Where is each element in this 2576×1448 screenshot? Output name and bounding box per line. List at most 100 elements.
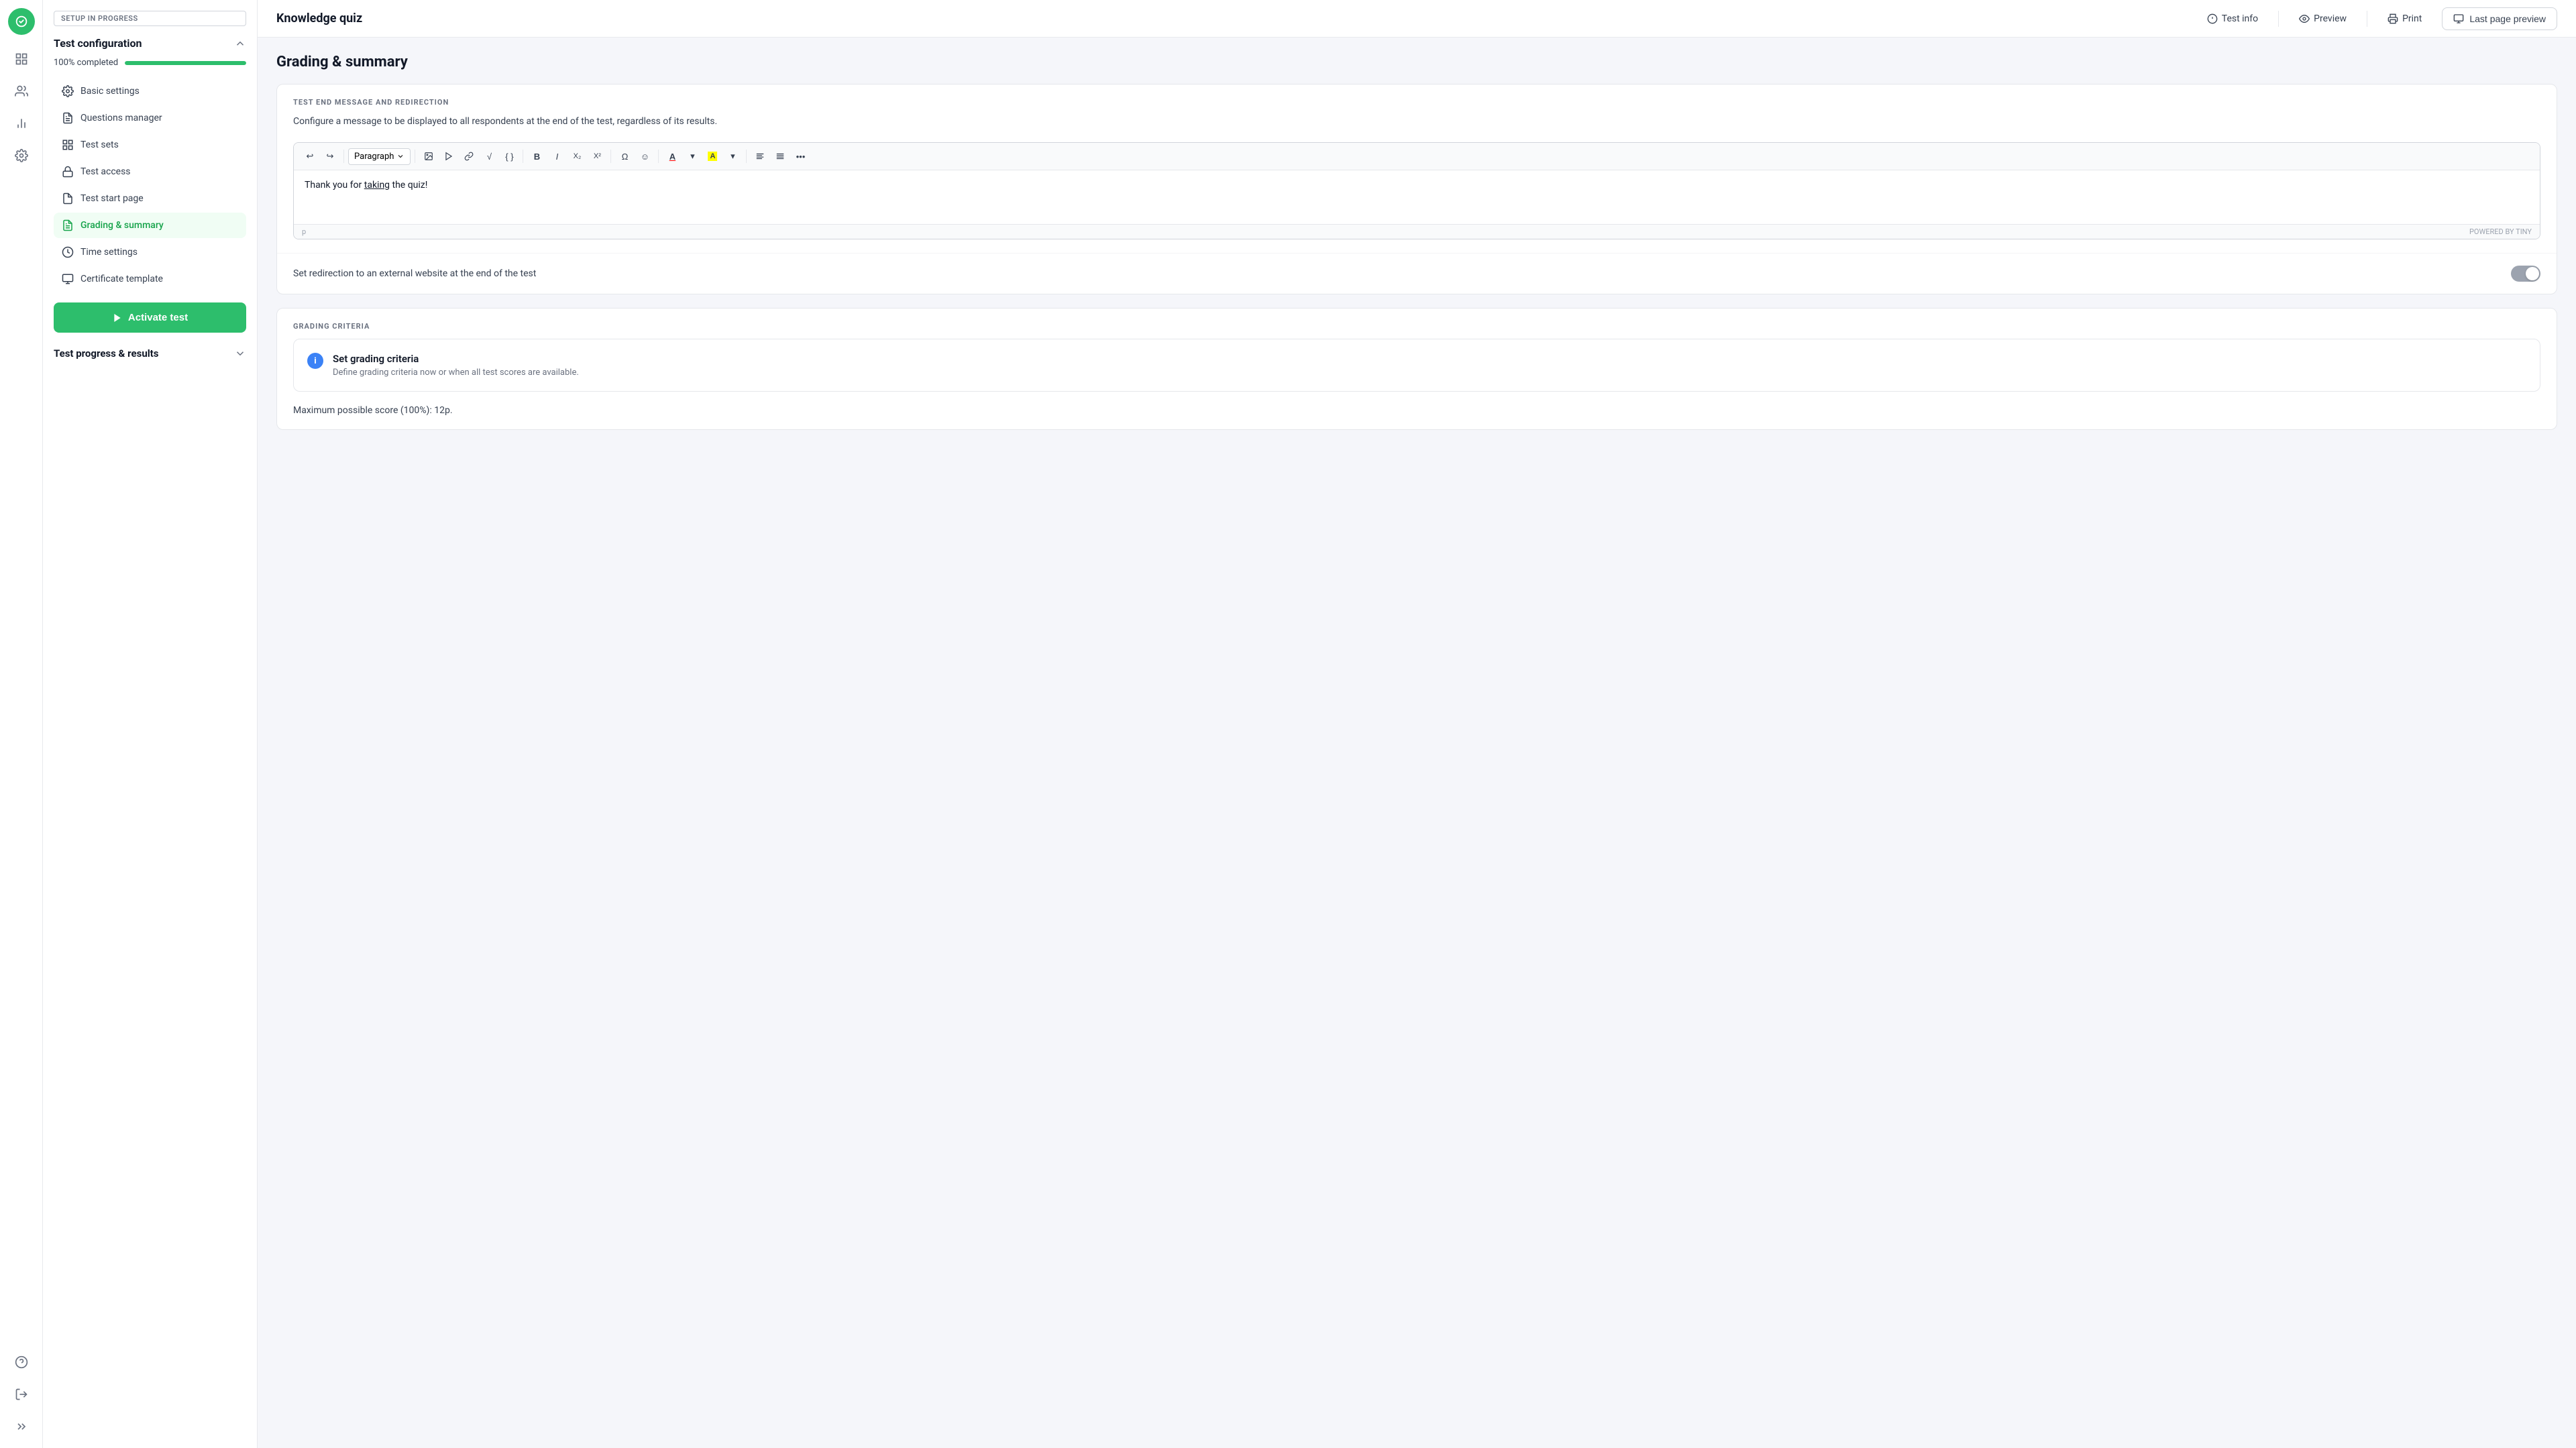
nav-item-questions-manager[interactable]: Questions manager: [54, 105, 246, 131]
grid-icon: [15, 52, 28, 66]
progress-label: 100% completed: [54, 58, 118, 68]
nav-item-grading-summary[interactable]: Grading & summary: [54, 213, 246, 238]
nav-item-test-start-page[interactable]: Test start page: [54, 186, 246, 211]
test-info-button[interactable]: Test info: [2200, 9, 2265, 28]
toolbar-divider-4: [610, 150, 611, 163]
sidebar-item-expand[interactable]: [8, 1413, 35, 1440]
link-icon: [464, 152, 474, 161]
special-chars-button[interactable]: Ω: [615, 147, 634, 166]
image-button[interactable]: [419, 147, 438, 166]
section2-title: Test progress & results: [54, 347, 158, 359]
sidebar-item-exit[interactable]: [8, 1381, 35, 1408]
superscript-button[interactable]: X²: [588, 147, 606, 166]
highlight-dropdown[interactable]: ▾: [723, 147, 742, 166]
print-button[interactable]: Print: [2381, 9, 2428, 28]
math-button[interactable]: √: [480, 147, 498, 166]
topbar-divider-1: [2278, 11, 2279, 27]
gear-icon: [15, 149, 28, 162]
redirection-toggle[interactable]: [2511, 266, 2540, 282]
section2-header: Test progress & results: [54, 342, 246, 365]
align-center-button[interactable]: [771, 147, 790, 166]
analytics-icon: [15, 117, 28, 130]
nav-item-test-access[interactable]: Test access: [54, 159, 246, 184]
nav-label-questions-manager: Questions manager: [80, 113, 162, 123]
top-bar-actions: Test info Preview Print Last page: [2200, 7, 2557, 30]
video-button[interactable]: [439, 147, 458, 166]
editor-path-label: p: [302, 227, 306, 236]
nav-item-certificate-template[interactable]: Certificate template: [54, 266, 246, 292]
powered-by-label: POWERED BY TINY: [2469, 227, 2532, 236]
grading-criteria-box: i Set grading criteria Define grading cr…: [293, 339, 2540, 392]
nav-item-time-settings[interactable]: Time settings: [54, 239, 246, 265]
code-button[interactable]: { }: [500, 147, 519, 166]
toolbar-divider-1: [343, 150, 344, 163]
monitor-icon: [2453, 13, 2464, 24]
align-left-icon: [755, 152, 765, 161]
nav-label-certificate-template: Certificate template: [80, 274, 163, 284]
align-left-button[interactable]: [751, 147, 769, 166]
dropdown-chevron-icon: [396, 152, 405, 160]
printer-icon: [2387, 13, 2398, 24]
more-button[interactable]: •••: [791, 147, 810, 166]
start-page-icon: [62, 192, 74, 205]
nav-label-test-sets: Test sets: [80, 140, 119, 150]
editor-toolbar: ↩ ↪ Paragraph: [294, 143, 2540, 170]
link-button[interactable]: [460, 147, 478, 166]
nav-item-test-sets[interactable]: Test sets: [54, 132, 246, 158]
video-icon: [444, 152, 453, 161]
page-header: Grading & summary: [276, 54, 2557, 70]
configuration-title: Test configuration: [54, 37, 142, 50]
editor-content[interactable]: Thank you for taking the quiz!: [294, 170, 2540, 224]
basic-settings-icon: [62, 85, 74, 97]
collapse-icon[interactable]: [234, 38, 246, 50]
grading-label: GRADING CRITERIA: [277, 309, 2557, 339]
last-page-preview-button[interactable]: Last page preview: [2442, 7, 2557, 30]
section2-expand-icon[interactable]: [234, 347, 246, 359]
nav-label-test-access: Test access: [80, 166, 131, 177]
preview-label: Preview: [2314, 13, 2347, 24]
configuration-section-header: Test configuration: [54, 37, 246, 50]
chevrons-right-icon: [15, 1420, 28, 1433]
test-info-label: Test info: [2222, 13, 2258, 24]
redo-button[interactable]: ↪: [321, 147, 339, 166]
text-color-dropdown[interactable]: ▾: [683, 147, 702, 166]
last-page-preview-label: Last page preview: [2469, 13, 2546, 24]
exit-icon: [15, 1388, 28, 1401]
sidebar: SETUP IN PROGRESS Test configuration 100…: [43, 0, 258, 1448]
emoji-button[interactable]: ☺: [635, 147, 654, 166]
content-area: Grading & summary TEST END MESSAGE AND R…: [258, 38, 2576, 1448]
progress-bar-bg: [125, 61, 246, 65]
subscript-button[interactable]: X₂: [568, 147, 586, 166]
sidebar-item-help[interactable]: [8, 1349, 35, 1376]
toolbar-divider-6: [746, 150, 747, 163]
highlight-button[interactable]: A: [703, 147, 722, 166]
grading-icon: [62, 219, 74, 231]
progress-bar-fill: [125, 61, 246, 65]
criteria-text: Set grading criteria Define grading crit…: [333, 353, 579, 378]
bold-button[interactable]: B: [527, 147, 546, 166]
print-label: Print: [2402, 13, 2422, 24]
users-icon: [15, 85, 28, 98]
nav-item-basic-settings[interactable]: Basic settings: [54, 78, 246, 104]
toggle-label: Set redirection to an external website a…: [293, 268, 536, 279]
sidebar-item-grid[interactable]: [8, 46, 35, 72]
max-score-row: Maximum possible score (100%): 12p.: [277, 405, 2557, 429]
preview-button[interactable]: Preview: [2292, 9, 2353, 28]
app-logo[interactable]: [8, 8, 35, 35]
text-color-button[interactable]: A: [663, 147, 682, 166]
image-icon: [424, 152, 433, 161]
info-circle-icon: [2207, 13, 2218, 24]
rich-text-editor: ↩ ↪ Paragraph: [293, 142, 2540, 239]
sidebar-item-analytics[interactable]: [8, 110, 35, 137]
test-sets-icon: [62, 139, 74, 151]
sidebar-item-users[interactable]: [8, 78, 35, 105]
undo-button[interactable]: ↩: [301, 147, 319, 166]
nav-label-basic-settings: Basic settings: [80, 86, 140, 97]
icon-bar: [0, 0, 43, 1448]
nav-label-time-settings: Time settings: [80, 247, 138, 258]
paragraph-dropdown[interactable]: Paragraph: [348, 148, 411, 165]
sidebar-item-settings[interactable]: [8, 142, 35, 169]
activate-test-button[interactable]: Activate test: [54, 302, 246, 333]
italic-button[interactable]: I: [547, 147, 566, 166]
max-score-label: Maximum possible score (100%): 12p.: [293, 405, 453, 416]
